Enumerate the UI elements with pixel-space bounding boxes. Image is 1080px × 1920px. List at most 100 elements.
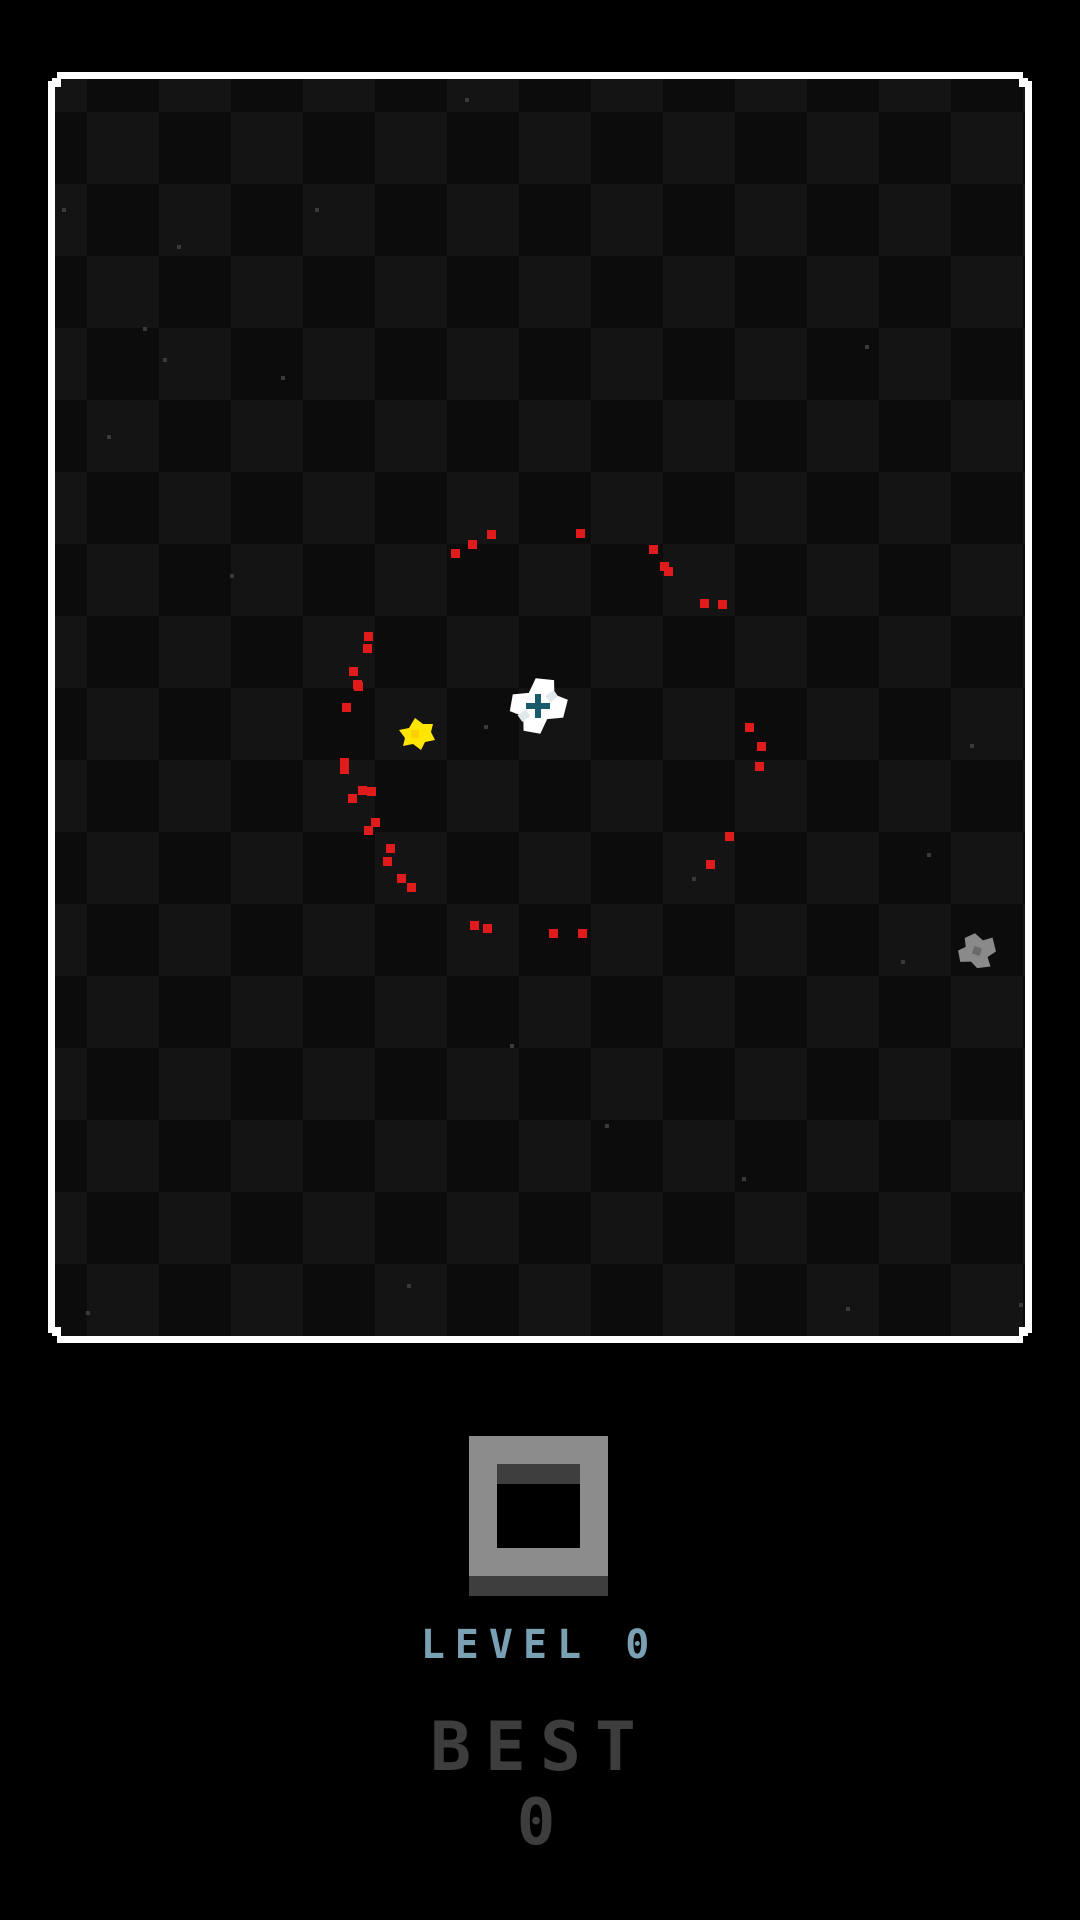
score-digit-hole-shadow bbox=[497, 1464, 580, 1484]
dust-speck bbox=[692, 877, 696, 881]
board-tile bbox=[591, 472, 663, 544]
board-tile bbox=[879, 904, 951, 976]
board-tile bbox=[375, 976, 447, 1048]
dust-speck bbox=[484, 725, 488, 729]
board-tile bbox=[951, 400, 1023, 472]
red-particle bbox=[745, 723, 754, 732]
board-tile bbox=[519, 400, 591, 472]
board-tile bbox=[879, 472, 951, 544]
board-tile bbox=[879, 760, 951, 832]
board-tile bbox=[879, 184, 951, 256]
dust-speck bbox=[62, 208, 66, 212]
dust-speck bbox=[927, 853, 931, 857]
board-tile bbox=[663, 1264, 735, 1336]
board-tile bbox=[55, 472, 87, 544]
red-particle bbox=[340, 765, 349, 774]
dust-speck bbox=[1019, 1303, 1023, 1307]
board-tile bbox=[55, 616, 87, 688]
board-tile bbox=[735, 616, 807, 688]
board-tile bbox=[951, 112, 1023, 184]
red-particle bbox=[354, 682, 363, 691]
board-tile bbox=[231, 400, 303, 472]
red-particle bbox=[470, 921, 479, 930]
board-tile bbox=[55, 184, 87, 256]
board-tile bbox=[1023, 1048, 1025, 1120]
red-particle bbox=[576, 529, 585, 538]
board-tile bbox=[879, 616, 951, 688]
board-tile bbox=[303, 328, 375, 400]
board-tile bbox=[735, 79, 807, 112]
board-tile bbox=[519, 832, 591, 904]
board-tile bbox=[735, 472, 807, 544]
board-tile bbox=[591, 184, 663, 256]
board-tile bbox=[879, 1192, 951, 1264]
board-tile bbox=[807, 1264, 879, 1336]
red-particle bbox=[649, 545, 658, 554]
red-particle bbox=[487, 530, 496, 539]
board-tile bbox=[375, 400, 447, 472]
board-tile bbox=[807, 832, 879, 904]
board-tile bbox=[87, 112, 159, 184]
red-particle bbox=[383, 857, 392, 866]
board-tile bbox=[55, 328, 87, 400]
board-tile bbox=[951, 256, 1023, 328]
board-tile bbox=[55, 904, 87, 976]
board-tile bbox=[159, 472, 231, 544]
board-tile bbox=[87, 976, 159, 1048]
dust-speck bbox=[846, 1307, 850, 1311]
dust-speck bbox=[86, 1311, 90, 1315]
board-tile bbox=[663, 112, 735, 184]
board-tile bbox=[1023, 616, 1025, 688]
board-tile bbox=[231, 256, 303, 328]
board-tile bbox=[591, 328, 663, 400]
board-tile bbox=[87, 1120, 159, 1192]
board-tile bbox=[951, 1120, 1023, 1192]
board-tile bbox=[951, 976, 1023, 1048]
board-tile bbox=[303, 1192, 375, 1264]
board-tile bbox=[1023, 328, 1025, 400]
board-tile bbox=[879, 1048, 951, 1120]
board-tile bbox=[447, 184, 519, 256]
dust-speck bbox=[143, 327, 147, 331]
dust-speck bbox=[230, 574, 234, 578]
board-tile bbox=[303, 472, 375, 544]
board-tile bbox=[87, 544, 159, 616]
red-particle bbox=[468, 540, 477, 549]
board-tile bbox=[159, 328, 231, 400]
red-particle bbox=[358, 786, 367, 795]
board-tile bbox=[1023, 1192, 1025, 1264]
board-tile bbox=[519, 112, 591, 184]
dust-speck bbox=[970, 744, 974, 748]
board-tile bbox=[447, 328, 519, 400]
board-tile bbox=[735, 904, 807, 976]
board-tile bbox=[519, 544, 591, 616]
board-tile bbox=[303, 1048, 375, 1120]
best-label: BEST bbox=[430, 1708, 650, 1787]
board-tile bbox=[591, 616, 663, 688]
game-board[interactable] bbox=[0, 0, 1080, 1345]
dust-speck bbox=[177, 245, 181, 249]
board-tile bbox=[375, 544, 447, 616]
board-tile bbox=[663, 400, 735, 472]
board-tile bbox=[447, 472, 519, 544]
board-tile bbox=[231, 1120, 303, 1192]
board-tile bbox=[231, 544, 303, 616]
dust-speck bbox=[465, 98, 469, 102]
board-tile bbox=[303, 184, 375, 256]
dust-speck bbox=[163, 358, 167, 362]
board-tile bbox=[807, 544, 879, 616]
board-tile bbox=[519, 256, 591, 328]
red-particle bbox=[451, 549, 460, 558]
board-tile bbox=[663, 832, 735, 904]
board-tile bbox=[375, 256, 447, 328]
red-particle bbox=[407, 883, 416, 892]
board-tile bbox=[1023, 904, 1025, 976]
red-particle bbox=[348, 794, 357, 803]
board-tile bbox=[375, 688, 447, 760]
score-digit-shadow bbox=[469, 1576, 608, 1596]
board-tile bbox=[231, 112, 303, 184]
board-tile bbox=[951, 688, 1023, 760]
board-tile bbox=[55, 1048, 87, 1120]
game-screen[interactable]: 0 LEVEL 0 BEST 0 bbox=[0, 0, 1080, 1920]
red-particle bbox=[549, 929, 558, 938]
